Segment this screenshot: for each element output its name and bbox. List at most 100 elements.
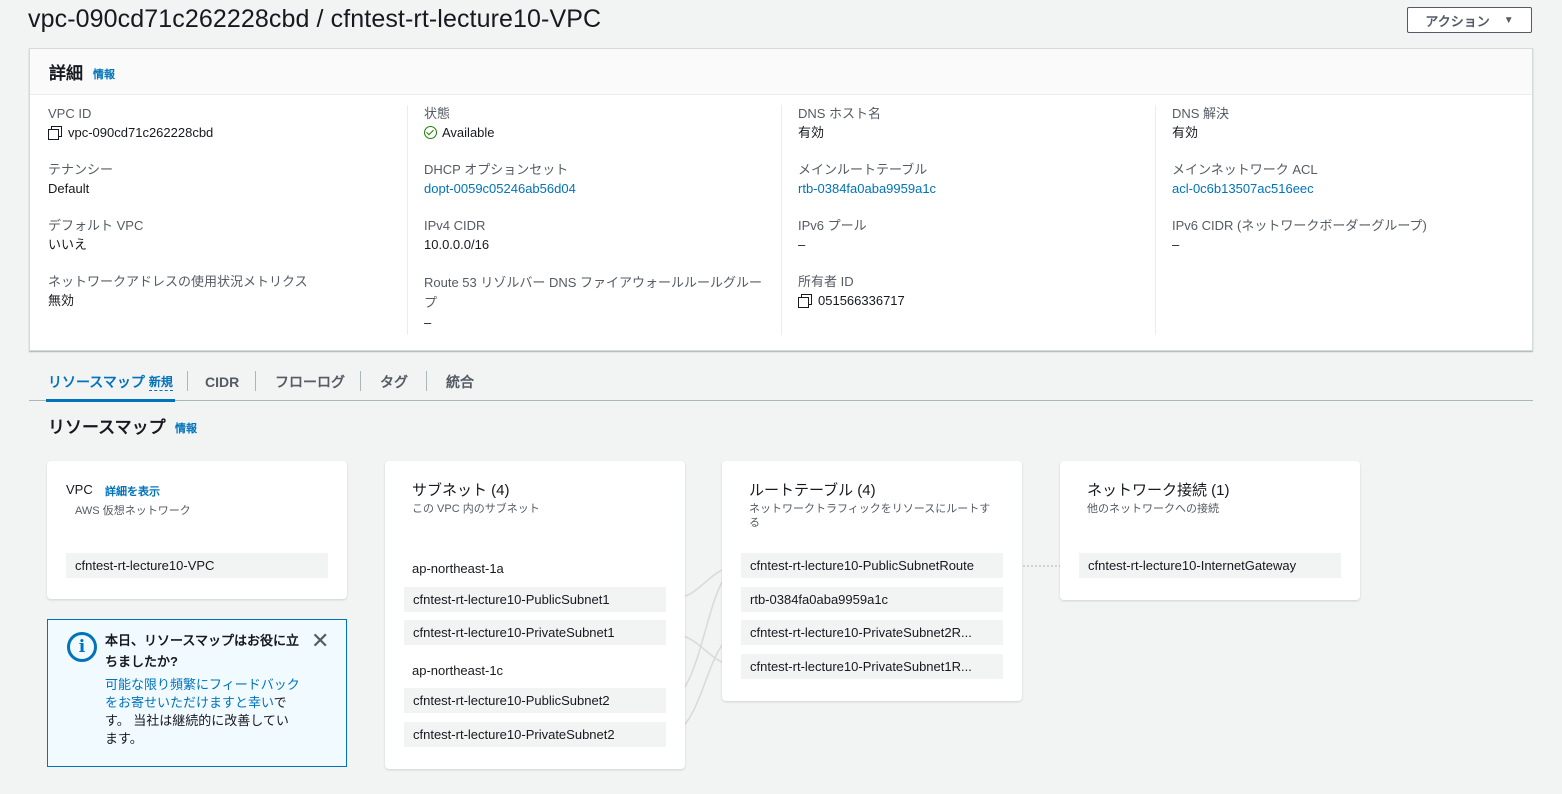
route-card-subtitle: ネットワークトラフィックをリソースにルートする (749, 503, 991, 529)
field-dhcp: DHCP オプションセット dopt-0059c05246ab56d04 (424, 161, 784, 199)
network-card-title: ネットワーク接続 (1) (1087, 482, 1230, 499)
tab-divider (187, 371, 188, 391)
actions-label: アクション (1425, 13, 1490, 29)
ipv6-pool-value: – (798, 237, 806, 252)
field-label: 状態 (424, 106, 451, 121)
feedback-title: 本日、リソースマップはお役に立ちましたか? (105, 633, 299, 669)
field-main-acl: メインネットワーク ACL acl-0c6b13507ac516eec (1172, 161, 1532, 199)
field-label: DHCP オプションセット (424, 162, 569, 177)
field-dns-hostnames: DNS ホスト名 有効 (798, 105, 1158, 143)
field-label: IPv6 CIDR (ネットワークボーダーグループ) (1172, 218, 1427, 233)
feedback-alert: i 本日、リソースマップはお役に立ちましたか? 可能な限り頻繁にフィードバックを… (47, 619, 347, 767)
route-table-item[interactable]: rtb-0384fa0aba9959a1c (741, 587, 1003, 612)
ipv4-cidr-value: 10.0.0.0/16 (424, 237, 490, 252)
route-table-item[interactable]: cfntest-rt-lecture10-PublicSubnetRoute (741, 553, 1003, 578)
subnet-item[interactable]: cfntest-rt-lecture10-PrivateSubnet1 (404, 620, 666, 645)
field-label: テナンシー (48, 162, 114, 177)
field-label: デフォルト VPC (48, 218, 144, 233)
details-column-4: DNS 解決 有効 メインネットワーク ACL acl-0c6b13507ac5… (1155, 105, 1515, 335)
field-label: 所有者 ID (798, 274, 854, 289)
route-table-card: ルートテーブル (4) ネットワークトラフィックをリソースにルートする cfnt… (722, 461, 1022, 701)
view-details-link[interactable]: 詳細を表示 (105, 483, 160, 499)
field-vpc-id: VPC ID vpc-090cd71c262228cbd (48, 105, 408, 143)
field-owner-id: 所有者 ID 051566336717 (798, 273, 1158, 311)
feedback-body: 可能な限り頻繁にフィードバックをお寄せいただけますと幸いです。 当社は継続的に改… (105, 676, 300, 748)
field-label: IPv6 プール (798, 218, 867, 233)
resource-map-title: リソースマップ (48, 418, 166, 437)
dns-hostnames-value: 有効 (798, 125, 825, 140)
subnet-card-title: サブネット (4) (412, 482, 510, 499)
route-card-title: ルートテーブル (4) (749, 482, 876, 499)
copy-icon[interactable] (798, 294, 812, 308)
field-ipv4-cidr: IPv4 CIDR 10.0.0.0/16 (424, 217, 784, 255)
field-ipv6-pool: IPv6 プール – (798, 217, 1158, 255)
dns-resolution-value: 有効 (1172, 125, 1199, 140)
actions-button[interactable]: アクション ▼ (1407, 7, 1532, 33)
vpc-card-title: VPC (66, 482, 93, 497)
tab-cidr[interactable]: CIDR (205, 367, 239, 397)
address-metrics-value: 無効 (48, 293, 75, 308)
owner-id-value: 051566336717 (818, 293, 905, 308)
tab-resource-map[interactable]: リソースマップ 新規 (46, 367, 175, 402)
subnet-card-subtitle: この VPC 内のサブネット (412, 503, 540, 515)
status-check-icon (424, 126, 437, 139)
internet-gateway-item[interactable]: cfntest-rt-lecture10-InternetGateway (1079, 553, 1341, 578)
tab-label: フローログ (275, 374, 345, 390)
vpc-card-subtitle: AWS 仮想ネットワーク (75, 505, 191, 517)
copy-icon[interactable] (48, 126, 62, 140)
vpc-card: VPC 詳細を表示 AWS 仮想ネットワーク cfntest-rt-lectur… (47, 461, 347, 599)
route-table-item[interactable]: cfntest-rt-lecture10-PrivateSubnet1R... (741, 654, 1003, 679)
tenancy-value: Default (48, 181, 90, 196)
field-route53-firewall: Route 53 リゾルバー DNS ファイアウォールルールグループ – (424, 273, 769, 333)
field-label: VPC ID (48, 106, 92, 121)
main-acl-link[interactable]: acl-0c6b13507ac516eec (1172, 181, 1314, 196)
field-label: ネットワークアドレスの使用状況メトリクス (48, 274, 308, 289)
route-table-item[interactable]: cfntest-rt-lecture10-PrivateSubnet2R... (741, 620, 1003, 645)
resource-map-info-link[interactable]: 情報 (175, 420, 197, 436)
default-vpc-value: いいえ (48, 237, 88, 252)
field-ipv6-cidr: IPv6 CIDR (ネットワークボーダーグループ) – (1172, 217, 1532, 255)
az-label: ap-northeast-1a (412, 561, 504, 576)
tab-label: リソースマップ (48, 374, 145, 390)
network-connection-card: ネットワーク接続 (1) 他のネットワークへの接続 cfntest-rt-lec… (1060, 461, 1360, 600)
details-info-link[interactable]: 情報 (93, 66, 115, 82)
subnet-card: サブネット (4) この VPC 内のサブネット ap-northeast-1a… (385, 461, 685, 769)
details-column-1: VPC ID vpc-090cd71c262228cbd テナンシー Defau… (48, 105, 408, 335)
field-state: 状態 Available (424, 105, 784, 143)
details-panel: 詳細 情報 VPC ID vpc-090cd71c262228cbd テナンシー… (29, 48, 1533, 351)
vpc-id-value: vpc-090cd71c262228cbd (68, 125, 214, 140)
subnet-item[interactable]: cfntest-rt-lecture10-PublicSubnet2 (404, 688, 666, 713)
vpc-item[interactable]: cfntest-rt-lecture10-VPC (66, 553, 328, 578)
details-column-3: DNS ホスト名 有効 メインルートテーブル rtb-0384fa0aba995… (781, 105, 1155, 335)
tab-flow-logs[interactable]: フローログ (275, 367, 345, 397)
subnet-item[interactable]: cfntest-rt-lecture10-PublicSubnet1 (404, 587, 666, 612)
field-label: メインルートテーブル (798, 162, 928, 177)
feedback-link[interactable]: 可能な限り頻繁にフィードバックをお寄せいただけますと幸い (105, 677, 300, 710)
tab-divider (360, 371, 361, 391)
field-address-metrics: ネットワークアドレスの使用状況メトリクス 無効 (48, 273, 408, 311)
caret-down-icon: ▼ (1503, 14, 1514, 26)
tab-divider (255, 371, 256, 391)
field-label: DNS 解決 (1172, 106, 1230, 121)
route53-firewall-value: – (424, 315, 432, 330)
status-value: Available (442, 125, 495, 140)
tab-label: 統合 (446, 374, 474, 390)
field-tenancy: テナンシー Default (48, 161, 408, 199)
details-title: 詳細 (49, 64, 83, 83)
tab-tags[interactable]: タグ (380, 367, 408, 397)
field-label: Route 53 リゾルバー DNS ファイアウォールルールグループ (424, 275, 763, 310)
field-label: IPv4 CIDR (424, 218, 486, 233)
subnet-item[interactable]: cfntest-rt-lecture10-PrivateSubnet2 (404, 722, 666, 747)
tab-divider (426, 371, 427, 391)
details-column-2: 状態 Available DHCP オプションセット dopt-0059c052… (407, 105, 781, 335)
dhcp-options-link[interactable]: dopt-0059c05246ab56d04 (424, 181, 576, 196)
tab-label: CIDR (205, 374, 240, 390)
field-label: メインネットワーク ACL (1172, 162, 1318, 177)
tab-bar: リソースマップ 新規 CIDR フローログ タグ 統合 (29, 367, 1533, 402)
field-main-route-table: メインルートテーブル rtb-0384fa0aba9959a1c (798, 161, 1158, 199)
tab-integrations[interactable]: 統合 (446, 367, 474, 397)
az-label: ap-northeast-1c (412, 663, 504, 678)
field-default-vpc: デフォルト VPC いいえ (48, 217, 408, 255)
main-route-table-link[interactable]: rtb-0384fa0aba9959a1c (798, 181, 936, 196)
close-icon[interactable]: ✕ (311, 628, 329, 654)
